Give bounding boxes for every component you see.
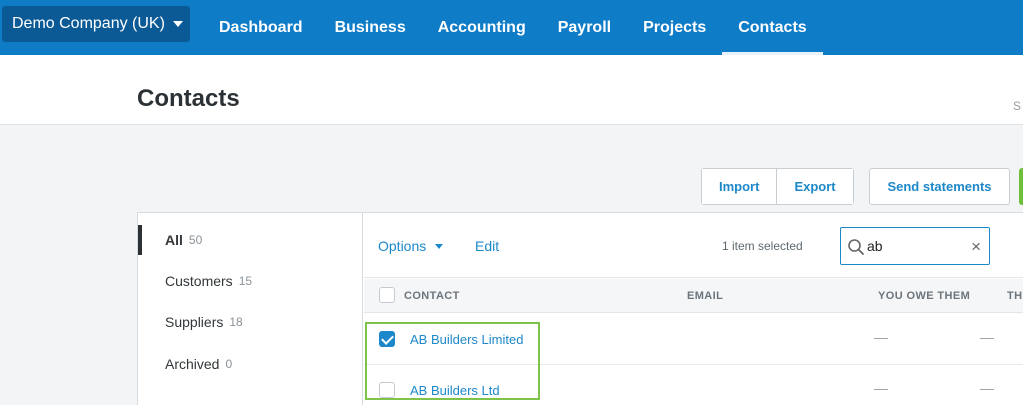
list-toolbar: Options Edit 1 item selected × [364,213,1023,278]
column-header-they-owe[interactable]: THI [1007,290,1023,302]
table-row[interactable]: AB Builders Limited — — [364,314,1023,365]
sidebar-item-label: Customers [165,273,233,289]
nav-projects[interactable]: Projects [627,0,722,55]
nav-dashboard[interactable]: Dashboard [203,0,319,55]
options-label: Options [378,238,427,254]
column-header-you-owe-them[interactable]: YOU OWE THEM [878,290,970,302]
sidebar-item-label: Suppliers [165,314,224,330]
search-input[interactable] [867,236,962,256]
sidebar-item-suppliers[interactable]: Suppliers 18 [138,307,363,337]
edit-link[interactable]: Edit [475,238,499,254]
sidebar-item-archived[interactable]: Archived 0 [138,349,363,379]
contact-name-link[interactable]: AB Builders Limited [410,332,523,347]
column-header-contact[interactable]: CONTACT [404,290,460,302]
page-header: Contacts S [0,55,1023,125]
caret-down-icon [172,21,183,27]
sidebar-item-count: 0 [225,357,233,371]
row-checkbox[interactable] [379,331,395,347]
contact-name-link[interactable]: AB Builders Ltd [410,383,500,398]
table-header: CONTACT EMAIL YOU OWE THEM THI [364,279,1023,313]
they-owe-value: — [980,329,994,345]
sidebar-item-count: 18 [229,315,243,329]
top-nav-bar: Demo Company (UK) Dashboard Business Acc… [0,0,1023,55]
contact-filter-sidebar: All 50 Customers 15 Suppliers 18 Archive… [138,213,363,405]
select-all-checkbox[interactable] [379,287,395,303]
nav-payroll[interactable]: Payroll [542,0,627,55]
they-owe-value: — [980,380,994,396]
search-box[interactable]: × [840,227,990,265]
nav-business[interactable]: Business [319,0,422,55]
selection-count: 1 item selected [722,239,803,253]
org-name: Demo Company (UK) [12,15,165,32]
clear-search-icon[interactable]: × [971,237,981,257]
row-checkbox[interactable] [379,382,395,398]
import-button[interactable]: Import [702,169,777,204]
you-owe-value: — [874,329,888,345]
sidebar-item-label: Archived [165,356,220,372]
nav-accounting[interactable]: Accounting [422,0,542,55]
new-contact-button-edge[interactable] [1019,168,1023,205]
sidebar-item-label: All [165,232,183,248]
org-switcher-button[interactable]: Demo Company (UK) [2,6,190,42]
main-nav: Dashboard Business Accounting Payroll Pr… [203,0,824,55]
search-icon [848,239,864,255]
contacts-card: All 50 Customers 15 Suppliers 18 Archive… [137,212,1023,405]
column-header-email[interactable]: EMAIL [687,290,723,302]
page-title: Contacts [137,85,240,112]
table-row[interactable]: AB Builders Ltd — — [364,365,1023,405]
you-owe-value: — [874,380,888,396]
options-dropdown[interactable]: Options [378,238,444,254]
sidebar-item-all[interactable]: All 50 [138,225,363,255]
nav-contacts[interactable]: Contacts [722,0,824,55]
sidebar-item-customers[interactable]: Customers 15 [138,266,363,296]
contacts-content: Options Edit 1 item selected × CONTACT E… [364,213,1023,405]
import-export-group: Import Export [701,168,854,205]
export-button[interactable]: Export [776,169,853,204]
sidebar-item-count: 15 [238,274,253,288]
caret-down-icon [435,243,444,249]
header-right-text: S [1012,99,1021,113]
sidebar-item-count: 50 [188,233,203,247]
send-statements-button[interactable]: Send statements [869,168,1010,205]
